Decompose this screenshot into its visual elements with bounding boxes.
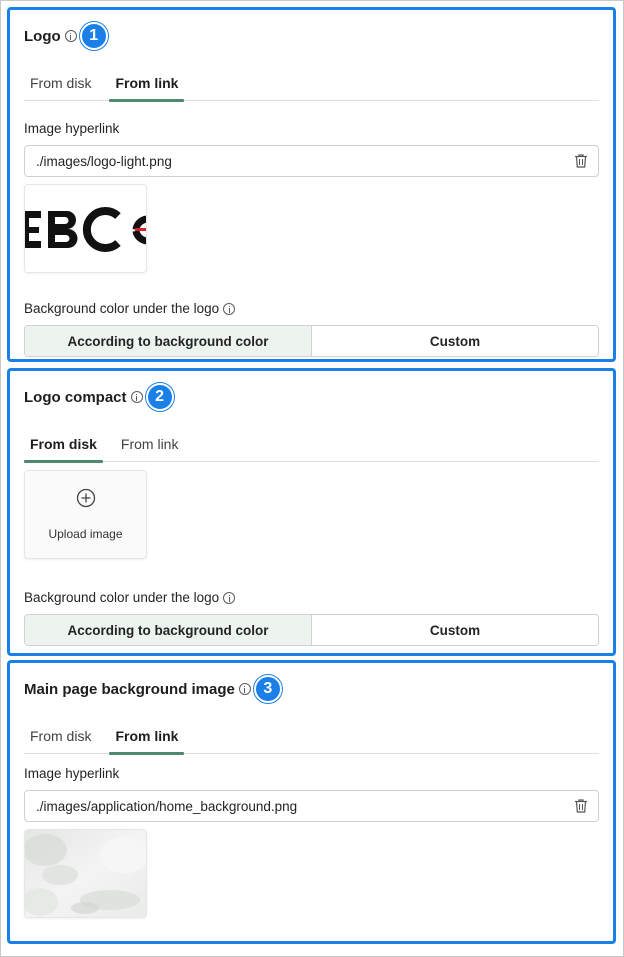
tab-from-link[interactable]: From link bbox=[109, 64, 185, 102]
info-icon[interactable] bbox=[238, 683, 251, 695]
tab-from-link[interactable]: From link bbox=[115, 425, 185, 462]
custom-button[interactable]: Custom bbox=[311, 326, 598, 356]
step-badge: 2 bbox=[145, 383, 174, 411]
info-icon[interactable] bbox=[64, 30, 77, 42]
image-hyperlink-input[interactable]: ./images/logo-light.png bbox=[24, 145, 599, 177]
source-tabs: From disk From link bbox=[24, 425, 599, 463]
info-icon[interactable] bbox=[223, 591, 236, 604]
tab-from-link[interactable]: From link bbox=[109, 717, 185, 755]
according-to-bg-button[interactable]: According to background color bbox=[25, 615, 311, 645]
info-icon[interactable] bbox=[223, 302, 236, 315]
bg-color-label-text: Background color under the logo bbox=[24, 301, 220, 316]
logo-compact-section: Logo compact 2 From disk From link Uploa… bbox=[7, 368, 616, 656]
section-title: Logo bbox=[24, 27, 61, 45]
main-page-bg-section: Main page background image 3 From disk F… bbox=[7, 660, 616, 944]
bg-color-label-text: Background color under the logo bbox=[24, 590, 220, 605]
image-hyperlink-label: Image hyperlink bbox=[24, 766, 120, 781]
section-title: Logo compact bbox=[24, 388, 127, 406]
info-icon[interactable] bbox=[130, 391, 143, 403]
trash-icon[interactable] bbox=[574, 153, 588, 169]
step-badge: 3 bbox=[253, 675, 282, 703]
logo-section-header: Logo 1 bbox=[24, 22, 108, 50]
background-preview-image bbox=[25, 830, 146, 917]
bg-color-label: Background color under the logo bbox=[24, 590, 236, 605]
upload-image-button[interactable]: Upload image bbox=[24, 470, 147, 559]
source-tabs: From disk From link bbox=[24, 64, 599, 102]
background-preview bbox=[24, 829, 147, 918]
tab-from-disk[interactable]: From disk bbox=[24, 64, 97, 101]
add-circle-icon bbox=[76, 488, 96, 513]
image-hyperlink-input[interactable]: ./images/application/home_background.png bbox=[24, 790, 599, 822]
upload-image-label: Upload image bbox=[48, 527, 123, 541]
custom-button[interactable]: Custom bbox=[311, 615, 598, 645]
step-badge: 1 bbox=[79, 22, 108, 50]
bg-color-segmented-control: According to background color Custom bbox=[24, 614, 599, 646]
image-hyperlink-value[interactable]: ./images/logo-light.png bbox=[36, 154, 574, 169]
tab-from-disk[interactable]: From disk bbox=[24, 717, 97, 754]
logo-preview bbox=[24, 184, 147, 273]
according-to-bg-button[interactable]: According to background color bbox=[25, 326, 311, 356]
logo-compact-section-header: Logo compact 2 bbox=[24, 383, 174, 411]
section-title: Main page background image bbox=[24, 680, 235, 698]
source-tabs: From disk From link bbox=[24, 717, 599, 755]
bg-color-segmented-control: According to background color Custom bbox=[24, 325, 599, 357]
trash-icon[interactable] bbox=[574, 798, 588, 814]
image-hyperlink-label: Image hyperlink bbox=[24, 121, 120, 136]
logo-preview-image bbox=[25, 185, 146, 272]
logo-section: Logo 1 From disk From link Image hyperli… bbox=[7, 7, 616, 362]
image-hyperlink-value[interactable]: ./images/application/home_background.png bbox=[36, 799, 574, 814]
bg-color-label: Background color under the logo bbox=[24, 301, 236, 316]
tab-from-disk[interactable]: From disk bbox=[24, 425, 103, 463]
main-page-bg-section-header: Main page background image 3 bbox=[24, 675, 282, 703]
